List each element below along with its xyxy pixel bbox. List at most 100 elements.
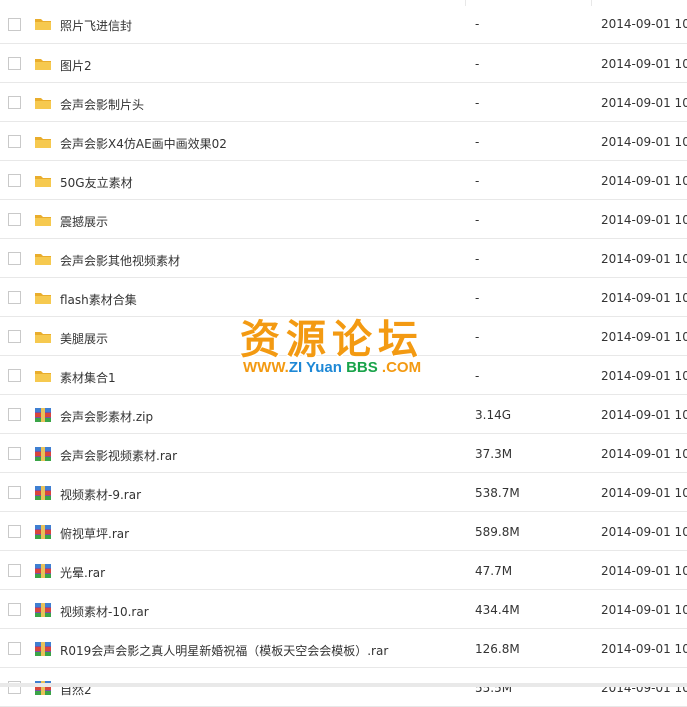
folder-icon	[34, 329, 52, 345]
file-date: 2014-09-01 10:	[601, 486, 687, 500]
file-name[interactable]: 图片2	[60, 57, 92, 74]
file-name[interactable]: 会声会影X4仿AE画中画效果02	[60, 135, 227, 152]
file-row[interactable]: 视频素材-10.rar 434.4M 2014-09-01 10:	[0, 590, 687, 629]
row-checkbox[interactable]	[8, 291, 21, 304]
file-date: 2014-09-01 10:	[601, 408, 687, 422]
archive-icon	[34, 485, 52, 501]
file-row[interactable]: 会声会影其他视频素材 - 2014-09-01 10:	[0, 239, 687, 278]
row-checkbox[interactable]	[8, 18, 21, 31]
row-checkbox[interactable]	[8, 96, 21, 109]
file-row[interactable]: 会声会影制片头 - 2014-09-01 10:	[0, 83, 687, 122]
folder-icon	[34, 16, 52, 32]
file-size: -	[475, 291, 480, 305]
row-checkbox[interactable]	[8, 369, 21, 382]
file-name[interactable]: 视频素材-9.rar	[60, 486, 141, 503]
file-name[interactable]: 视频素材-10.rar	[60, 603, 149, 620]
archive-icon	[34, 407, 52, 423]
file-date: 2014-09-01 10:	[601, 252, 687, 266]
file-name[interactable]: 50G友立素材	[60, 174, 133, 191]
file-row[interactable]: 光晕.rar 47.7M 2014-09-01 10:	[0, 551, 687, 590]
file-date: 2014-09-01 10:	[601, 174, 687, 188]
file-date: 2014-09-01 10:	[601, 369, 687, 383]
folder-icon	[34, 173, 52, 189]
file-size: -	[475, 17, 480, 31]
row-checkbox[interactable]	[8, 174, 21, 187]
file-size: 37.3M	[475, 447, 513, 461]
file-name[interactable]: 会声会影其他视频素材	[60, 252, 180, 269]
file-row[interactable]: R019会声会影之真人明星新婚祝福（模板天空会会模板）.rar 126.8M 201…	[0, 629, 687, 668]
row-checkbox[interactable]	[8, 447, 21, 460]
file-date: 2014-09-01 10:	[601, 330, 687, 344]
row-checkbox[interactable]	[8, 252, 21, 265]
file-name[interactable]: 光晕.rar	[60, 564, 105, 581]
file-size: 3.14G	[475, 408, 512, 422]
row-checkbox[interactable]	[8, 486, 21, 499]
file-date: 2014-09-01 10:	[601, 603, 687, 617]
file-name[interactable]: 照片飞进信封	[60, 17, 132, 34]
file-row[interactable]: 照片飞进信封 - 2014-09-01 10:	[0, 0, 687, 44]
archive-icon	[34, 641, 52, 657]
file-name[interactable]: 会声会影视频素材.rar	[60, 447, 177, 464]
file-size: -	[475, 96, 480, 110]
folder-icon	[34, 368, 52, 384]
file-date: 2014-09-01 10:	[601, 57, 687, 71]
row-checkbox[interactable]	[8, 408, 21, 421]
file-row[interactable]: 图片2 - 2014-09-01 10:	[0, 44, 687, 83]
file-row[interactable]: 会声会影视频素材.rar 37.3M 2014-09-01 10:	[0, 434, 687, 473]
file-size: 126.8M	[475, 642, 520, 656]
folder-icon	[34, 251, 52, 267]
folder-icon	[34, 56, 52, 72]
horizontal-scrollbar[interactable]	[0, 683, 687, 687]
file-size: -	[475, 174, 480, 188]
row-checkbox[interactable]	[8, 525, 21, 538]
file-size: -	[475, 135, 480, 149]
file-row[interactable]: 俯视草坪.rar 589.8M 2014-09-01 10:	[0, 512, 687, 551]
watermark-url-part: .COM	[377, 359, 422, 376]
file-name[interactable]: 素材集合1	[60, 369, 116, 386]
file-size: 538.7M	[475, 486, 520, 500]
archive-icon	[34, 563, 52, 579]
file-size: -	[475, 330, 480, 344]
folder-icon	[34, 290, 52, 306]
row-checkbox[interactable]	[8, 564, 21, 577]
file-name[interactable]: R019会声会影之真人明星新婚祝福（模板天空会会模板）.rar	[60, 642, 388, 659]
watermark-url-part: WWW.	[243, 359, 289, 376]
file-date: 2014-09-01 10:	[601, 525, 687, 539]
watermark-url: WWW.ZI Yuan BBS .COM	[243, 359, 421, 376]
file-size: 434.4M	[475, 603, 520, 617]
row-checkbox[interactable]	[8, 642, 21, 655]
file-name[interactable]: 会声会影素材.zip	[60, 408, 153, 425]
file-row[interactable]: 震撼展示 - 2014-09-01 10:	[0, 200, 687, 239]
file-size: 47.7M	[475, 564, 513, 578]
row-checkbox[interactable]	[8, 135, 21, 148]
row-checkbox[interactable]	[8, 330, 21, 343]
file-row[interactable]: 会声会影素材.zip 3.14G 2014-09-01 10:	[0, 395, 687, 434]
folder-icon	[34, 212, 52, 228]
folder-icon	[34, 95, 52, 111]
file-date: 2014-09-01 10:	[601, 213, 687, 227]
file-date: 2014-09-01 10:	[601, 447, 687, 461]
file-name[interactable]: 俯视草坪.rar	[60, 525, 129, 542]
archive-icon	[34, 524, 52, 540]
watermark-url-part: ZI Yuan	[288, 359, 342, 376]
file-row[interactable]: 视频素材-9.rar 538.7M 2014-09-01 10:	[0, 473, 687, 512]
file-name[interactable]: 会声会影制片头	[60, 96, 144, 113]
file-row[interactable]: 自然2 55.5M 2014-09-01 10:	[0, 668, 687, 707]
row-checkbox[interactable]	[8, 57, 21, 70]
file-size: -	[475, 57, 480, 71]
file-name[interactable]: 美腿展示	[60, 330, 108, 347]
file-date: 2014-09-01 10:	[601, 564, 687, 578]
row-checkbox[interactable]	[8, 213, 21, 226]
file-name[interactable]: 震撼展示	[60, 213, 108, 230]
file-size: -	[475, 213, 480, 227]
archive-icon	[34, 446, 52, 462]
watermark-title: 资源论坛	[240, 317, 424, 363]
watermark-url-part: BBS	[341, 359, 378, 376]
file-date: 2014-09-01 10:	[601, 17, 687, 31]
file-name[interactable]: flash素材合集	[60, 291, 137, 308]
file-row[interactable]: 50G友立素材 - 2014-09-01 10:	[0, 161, 687, 200]
folder-icon	[34, 134, 52, 150]
file-row[interactable]: 会声会影X4仿AE画中画效果02 - 2014-09-01 10:	[0, 122, 687, 161]
file-date: 2014-09-01 10:	[601, 96, 687, 110]
row-checkbox[interactable]	[8, 603, 21, 616]
